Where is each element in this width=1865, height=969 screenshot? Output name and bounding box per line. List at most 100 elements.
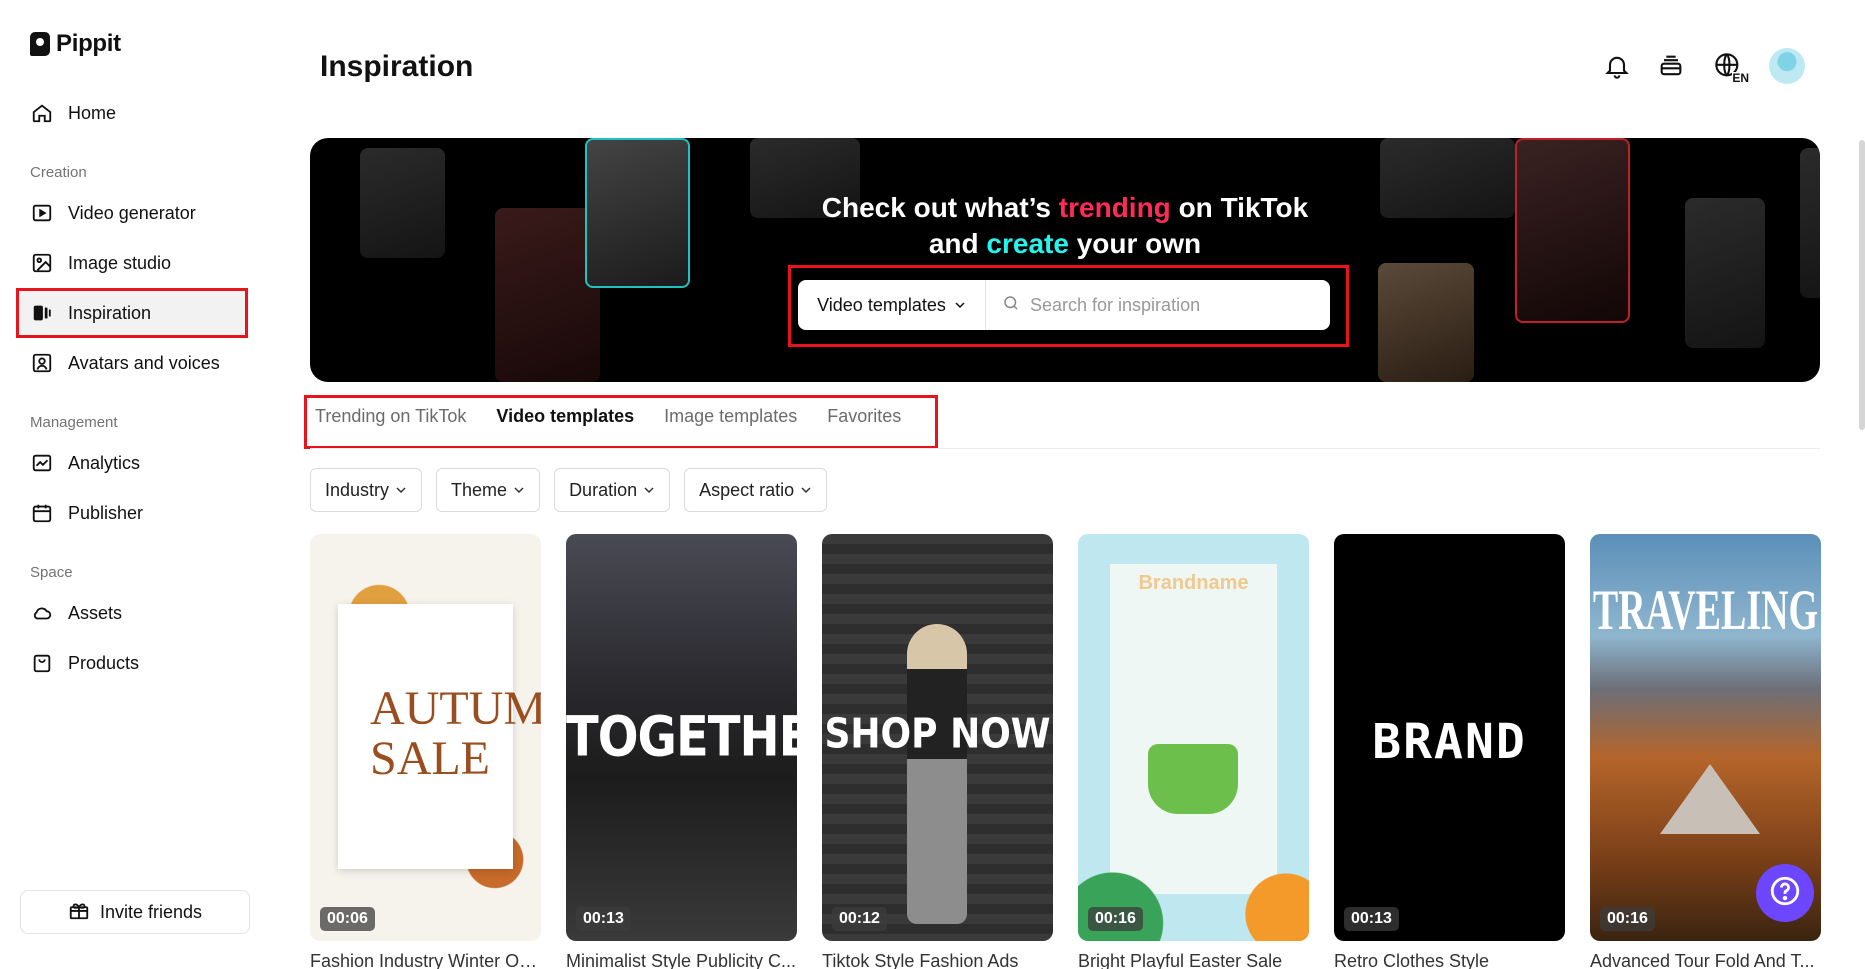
filter-aspect-ratio[interactable]: Aspect ratio <box>684 468 828 512</box>
cloud-icon <box>30 601 54 625</box>
inspiration-search-bar: Video templates <box>798 280 1330 330</box>
sidebar-item-label: Video generator <box>68 202 196 223</box>
language-globe-icon[interactable]: EN <box>1709 50 1749 85</box>
template-card[interactable]: AUTUMN SALE 00:06 Fashion Industry Winte… <box>310 534 541 969</box>
tab-image-templates[interactable]: Image templates <box>664 406 797 427</box>
duration-badge: 00:13 <box>576 907 631 931</box>
chevron-down-icon <box>513 480 525 501</box>
tab-trending-on-tiktok[interactable]: Trending on TikTok <box>315 406 466 427</box>
sidebar-item-avatars-voices[interactable]: Avatars and voices <box>16 340 246 386</box>
filter-label: Industry <box>325 479 390 500</box>
sidebar-item-label: Assets <box>68 602 123 623</box>
template-title: Tiktok Style Fashion Ads <box>822 951 1019 969</box>
filter-label: Duration <box>569 479 638 500</box>
tabs-divider <box>310 448 1820 449</box>
app-name: Pippit <box>56 30 121 57</box>
template-title: Fashion Industry Winter Ou... <box>310 951 541 969</box>
gift-icon <box>68 899 90 926</box>
sidebar-item-analytics[interactable]: Analytics <box>16 440 246 486</box>
search-icon <box>1002 294 1020 317</box>
avatar-icon <box>30 351 54 375</box>
user-avatar[interactable] <box>1769 48 1805 84</box>
home-icon <box>30 101 54 125</box>
template-type-dropdown[interactable]: Video templates <box>798 280 986 330</box>
language-code: EN <box>1732 71 1749 85</box>
analytics-icon <box>30 451 54 475</box>
bell-icon[interactable] <box>1601 50 1633 82</box>
chevron-down-icon <box>395 480 407 501</box>
template-card[interactable]: SHOP NOW 00:12 Tiktok Style Fashion Ads <box>822 534 1053 969</box>
duration-badge: 00:12 <box>832 907 887 931</box>
video-generator-icon <box>30 201 54 225</box>
product-bag-icon <box>30 651 54 675</box>
tab-favorites[interactable]: Favorites <box>827 406 901 427</box>
app-logo[interactable]: Pippit <box>30 30 121 58</box>
thumbnail-overlay-text: TRAVELING <box>1592 579 1819 643</box>
template-thumbnail: SHOP NOW 00:12 <box>822 534 1053 941</box>
banner-headline-line-2: and create your own <box>928 228 1202 259</box>
search-input[interactable] <box>1030 294 1330 316</box>
model-figure <box>907 624 967 924</box>
sidebar-item-video-generator[interactable]: Video generator <box>16 190 246 236</box>
sidebar-item-assets[interactable]: Assets <box>16 590 246 636</box>
filter-duration[interactable]: Duration <box>554 468 671 512</box>
invite-friends-button[interactable]: Invite friends <box>20 890 250 934</box>
template-card[interactable]: BRAND 00:13 Retro Clothes Style <box>1334 534 1565 969</box>
tab-video-templates[interactable]: Video templates <box>496 406 634 427</box>
sidebar-item-label: Analytics <box>68 452 141 473</box>
section-label-management: Management <box>30 414 118 431</box>
filter-label: Aspect ratio <box>699 479 795 500</box>
template-title: Minimalist Style Publicity C... <box>566 951 797 969</box>
header-actions: EN <box>1601 48 1805 84</box>
page-scrollbar[interactable] <box>1859 140 1865 430</box>
filter-bar: Industry Theme Duration Aspect ratio <box>310 468 828 512</box>
sidebar-item-home[interactable]: Home <box>16 90 246 136</box>
banner-headline-line-1: Check out what’s trending on TikTok <box>821 192 1309 223</box>
template-thumbnail: AUTUMN SALE 00:06 <box>310 534 541 941</box>
banner-thumbnail <box>1378 263 1474 382</box>
section-label-space: Space <box>30 564 73 581</box>
filter-theme[interactable]: Theme <box>436 468 541 512</box>
help-question-icon <box>1768 874 1802 913</box>
sidebar-item-label: Image studio <box>68 252 172 273</box>
thumbnail-overlay-text: AUTUMN SALE <box>370 682 541 785</box>
juice-glass-graphic <box>1148 744 1238 814</box>
sidebar-item-label: Publisher <box>68 502 144 523</box>
template-card[interactable]: TOGETHER 00:13 Minimalist Style Publicit… <box>566 534 797 969</box>
chevron-down-icon <box>643 480 655 501</box>
template-thumbnail: Brandname 00:16 <box>1078 534 1309 941</box>
poster-panel <box>1110 564 1277 894</box>
thumbnail-overlay-text: Brandname <box>1138 572 1249 594</box>
template-thumbnail: TOGETHER 00:13 <box>566 534 797 941</box>
thumbnail-overlay-text: TOGETHER <box>566 704 797 770</box>
sidebar-item-inspiration[interactable]: Inspiration <box>16 290 246 336</box>
template-title: Retro Clothes Style <box>1334 951 1490 969</box>
filter-industry[interactable]: Industry <box>310 468 423 512</box>
template-card[interactable]: Brandname 00:16 Bright Playful Easter Sa… <box>1078 534 1309 969</box>
sidebar-item-products[interactable]: Products <box>16 640 246 686</box>
banner-headline: Check out what’s trending on TikTok and … <box>310 190 1820 262</box>
chevron-down-icon <box>954 295 966 316</box>
section-label-creation: Creation <box>30 164 87 181</box>
template-title: Bright Playful Easter Sale <box>1078 951 1283 969</box>
page-title: Inspiration <box>320 50 474 83</box>
calendar-icon <box>30 501 54 525</box>
sidebar: Pippit Home Creation Video generator Ima… <box>0 0 275 969</box>
duration-badge: 00:16 <box>1088 907 1143 931</box>
template-thumbnail: BRAND 00:13 <box>1334 534 1565 941</box>
duration-badge: 00:16 <box>1600 907 1655 931</box>
search-field <box>986 294 1330 317</box>
pippit-logo-icon <box>30 32 50 56</box>
sidebar-item-image-studio[interactable]: Image studio <box>16 240 246 286</box>
sidebar-item-publisher[interactable]: Publisher <box>16 490 246 536</box>
help-button[interactable] <box>1756 864 1814 922</box>
dropdown-value: Video templates <box>817 294 946 315</box>
stack-icon[interactable] <box>1655 50 1687 82</box>
tent-graphic <box>1660 764 1760 834</box>
sidebar-item-label: Inspiration <box>68 302 152 323</box>
invite-friends-label: Invite friends <box>99 901 203 922</box>
sidebar-item-label: Home <box>68 102 117 123</box>
chevron-down-icon <box>800 480 812 501</box>
category-tabs: Trending on TikTok Video templates Image… <box>315 406 901 427</box>
hero-banner: Check out what’s trending on TikTok and … <box>310 138 1820 382</box>
